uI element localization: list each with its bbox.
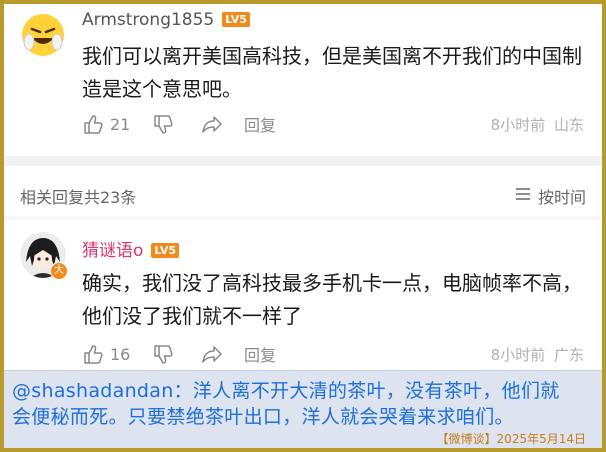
username-text[interactable]: 猜谜语o — [82, 241, 143, 261]
sort-toggle[interactable]: 按时间 — [514, 184, 586, 208]
share-icon — [200, 113, 224, 135]
share-button[interactable] — [200, 112, 224, 136]
comment-time: 8小时前 — [490, 116, 546, 134]
replies-header: 相关回复共23条 按时间 — [4, 174, 602, 214]
username[interactable]: Armstrong1855 LV5 — [82, 10, 250, 30]
caption-box: @shashadandan：洋人离不开大清的茶叶，没有茶叶，他们就 会便秘而死。… — [4, 370, 602, 448]
share-button[interactable] — [200, 342, 224, 366]
username-text[interactable]: Armstrong1855 — [82, 10, 214, 30]
comment-location: 广东 — [553, 346, 584, 364]
like-button[interactable]: 21 — [82, 112, 130, 136]
thumbs-down-icon — [152, 343, 174, 365]
section-divider — [4, 156, 602, 166]
comment-meta: 8小时前 广东 — [491, 344, 584, 365]
like-count: 16 — [110, 344, 131, 364]
sort-icon — [514, 186, 532, 206]
dislike-button[interactable] — [152, 342, 174, 366]
comment-text: 确实，我们没了高科技最多手机卡一点，电脑帧率不高，他们没了我们就不一样了 — [82, 271, 582, 328]
comment-card: Armstrong1855 LV5 我们可以离开美国高科技，但是美国离不开我们的中… — [4, 4, 602, 150]
like-count: 21 — [110, 114, 131, 134]
section-divider — [4, 216, 602, 220]
level-badge: LV5 — [222, 12, 250, 27]
comment-card: 大 猜谜语o LV5 确实，我们没了高科技最多手机卡一点，电脑帧率不高，他们没了我… — [4, 222, 602, 370]
sort-label: 按时间 — [537, 188, 586, 207]
vip-badge: 大 — [50, 262, 68, 280]
replies-count: 相关回复共23条 — [20, 188, 137, 207]
username[interactable]: 猜谜语o LV5 — [82, 236, 180, 261]
like-button[interactable]: 16 — [82, 342, 130, 366]
screenshot-frame: Armstrong1855 LV5 我们可以离开美国高科技，但是美国离不开我们的中… — [4, 4, 602, 448]
anime-avatar[interactable]: 大 — [20, 232, 68, 280]
emoji-avatar[interactable] — [20, 12, 66, 58]
caption-line: @shashadandan：洋人离不开大清的茶叶，没有茶叶，他们就 — [12, 380, 560, 402]
comment-time: 8小时前 — [490, 346, 546, 364]
comment-location: 山东 — [553, 116, 584, 134]
comment-text: 我们可以离开美国高科技，但是美国离不开我们的中国制造是这个意思吧。 — [82, 44, 582, 101]
caption-source: 【微博谈】2025年5月14日 — [436, 432, 586, 446]
reply-button[interactable]: 回复 — [244, 342, 276, 366]
dislike-button[interactable] — [152, 112, 174, 136]
thumbs-down-icon — [152, 113, 174, 135]
thumbs-up-icon — [82, 113, 104, 135]
reply-button[interactable]: 回复 — [244, 112, 276, 136]
comment-meta: 8小时前 山东 — [491, 114, 584, 135]
level-badge: LV5 — [151, 243, 180, 258]
caption-line: 会便秘而死。只要禁绝茶叶出口，洋人就会哭着来求咱们。 — [12, 406, 514, 428]
share-icon — [200, 343, 224, 365]
thumbs-up-icon — [82, 343, 104, 365]
